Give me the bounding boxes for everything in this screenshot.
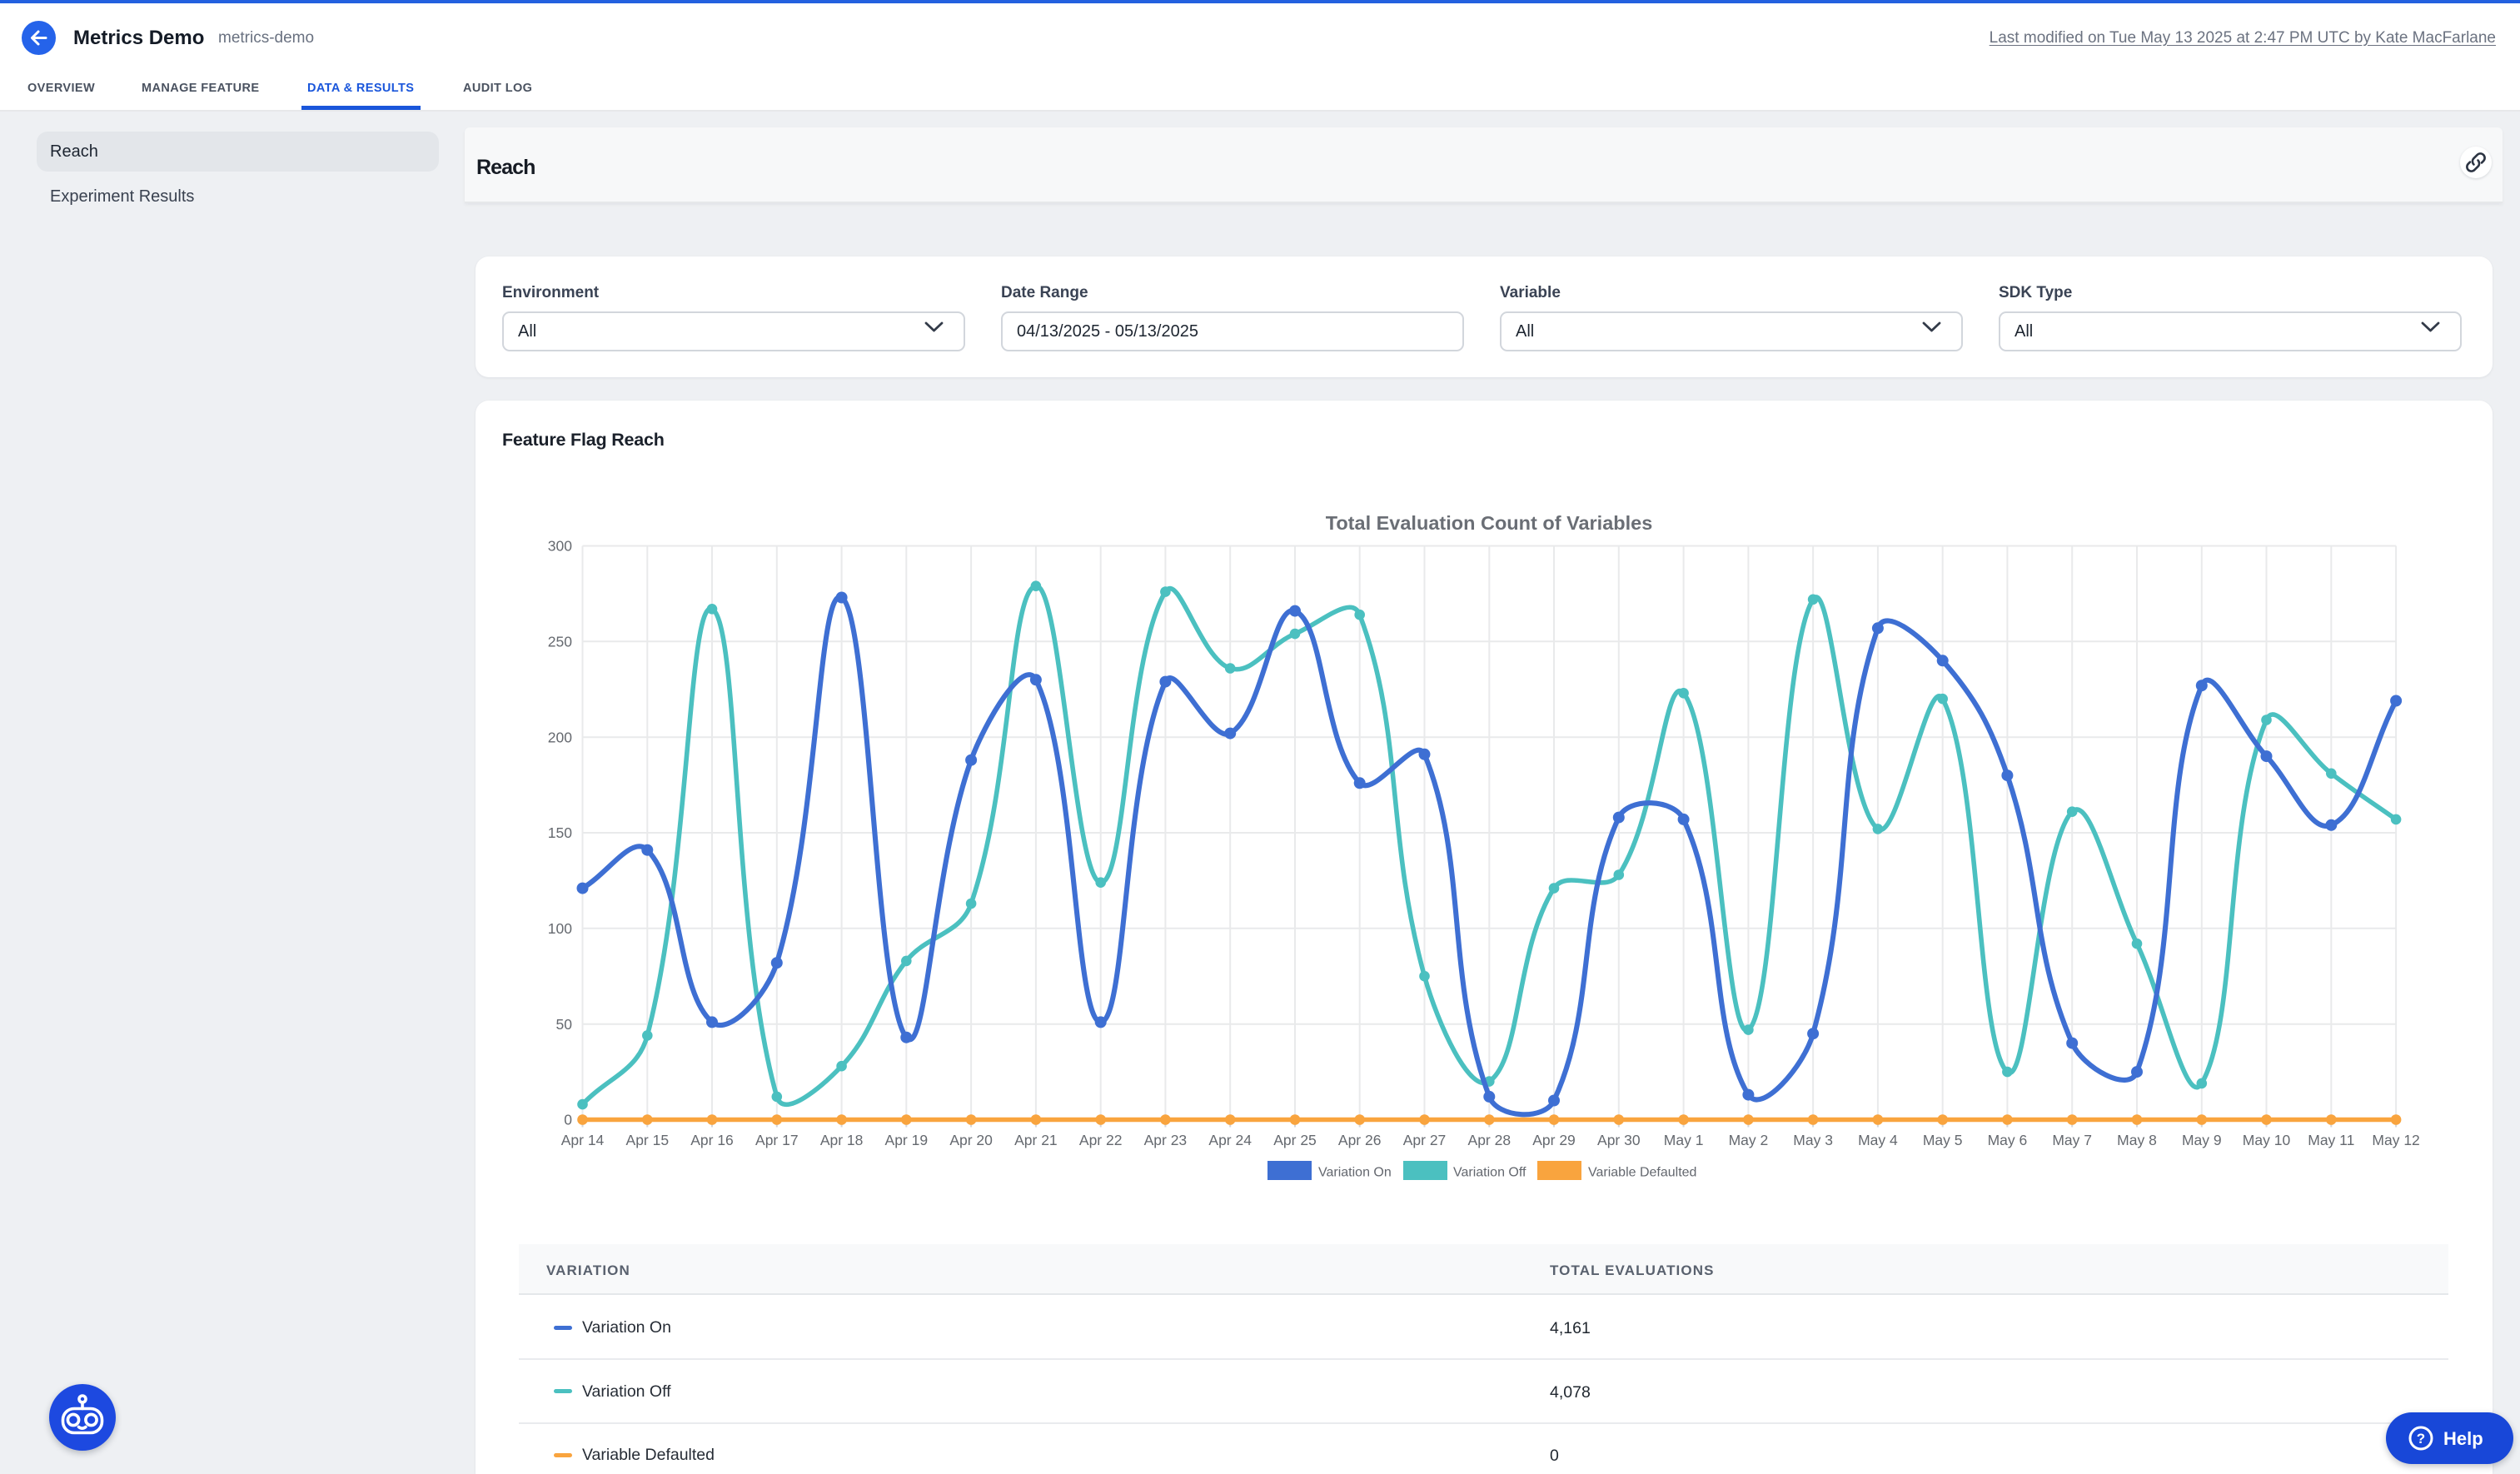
svg-text:Apr 19: Apr 19 — [885, 1132, 929, 1148]
svg-text:May 1: May 1 — [1664, 1132, 1704, 1148]
svg-text:Variable Defaulted: Variable Defaulted — [1588, 1166, 1696, 1180]
svg-text:Apr 23: Apr 23 — [1144, 1132, 1188, 1148]
svg-text:Apr 17: Apr 17 — [755, 1132, 799, 1148]
svg-text:Apr 25: Apr 25 — [1273, 1132, 1317, 1148]
svg-text:Apr 27: Apr 27 — [1403, 1132, 1447, 1148]
svg-text:Apr 30: Apr 30 — [1597, 1132, 1641, 1148]
svg-text:May 3: May 3 — [1793, 1132, 1833, 1148]
svg-text:Apr 29: Apr 29 — [1532, 1132, 1576, 1148]
svg-text:150: 150 — [548, 824, 572, 841]
svg-text:Apr 15: Apr 15 — [626, 1132, 670, 1148]
svg-text:250: 250 — [548, 634, 572, 650]
svg-text:May 2: May 2 — [1729, 1132, 1769, 1148]
svg-text:Apr 24: Apr 24 — [1208, 1132, 1252, 1148]
svg-text:Variation On: Variation On — [1318, 1166, 1392, 1180]
svg-text:200: 200 — [548, 729, 572, 745]
svg-text:May 7: May 7 — [2052, 1132, 2092, 1148]
svg-text:Apr 16: Apr 16 — [690, 1132, 734, 1148]
svg-text:May 8: May 8 — [2117, 1132, 2157, 1148]
svg-text:Help: Help — [2443, 1428, 2483, 1449]
svg-text:Apr 28: Apr 28 — [1468, 1132, 1512, 1148]
svg-text:Apr 21: Apr 21 — [1014, 1132, 1058, 1148]
svg-text:Apr 26: Apr 26 — [1338, 1132, 1382, 1148]
svg-text:Apr 20: Apr 20 — [949, 1132, 993, 1148]
svg-text:May 12: May 12 — [2372, 1132, 2419, 1148]
svg-text:Apr 22: Apr 22 — [1079, 1132, 1123, 1148]
svg-text:May 5: May 5 — [1923, 1132, 1963, 1148]
svg-text:0: 0 — [564, 1112, 572, 1128]
svg-text:Total Evaluation Count of Vari: Total Evaluation Count of Variables — [1326, 512, 1653, 534]
svg-text:May 4: May 4 — [1858, 1132, 1898, 1148]
svg-text:Apr 18: Apr 18 — [820, 1132, 864, 1148]
svg-text:?: ? — [2417, 1431, 2425, 1447]
svg-text:May 11: May 11 — [2308, 1132, 2354, 1148]
svg-text:May 9: May 9 — [2182, 1132, 2222, 1148]
svg-text:May 6: May 6 — [1988, 1132, 2028, 1148]
svg-text:Apr 14: Apr 14 — [561, 1132, 605, 1148]
svg-text:100: 100 — [548, 920, 572, 937]
svg-text:300: 300 — [548, 538, 572, 555]
svg-text:Variation Off: Variation Off — [1453, 1166, 1526, 1180]
svg-text:May 10: May 10 — [2243, 1132, 2291, 1148]
svg-text:50: 50 — [556, 1016, 573, 1033]
